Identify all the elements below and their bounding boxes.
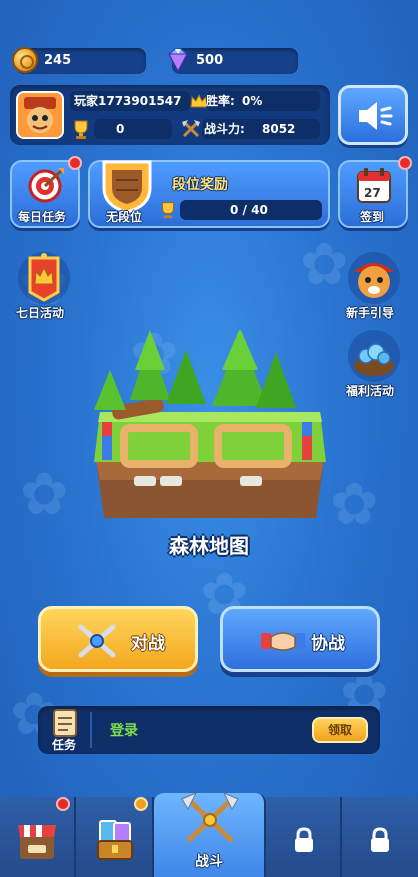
- daily-tasks-label: 每日任务: [18, 210, 67, 224]
- win-rate-label: 胜率:: [206, 94, 235, 108]
- checkin-notification-badge: [398, 156, 412, 170]
- rank-shield-icon: [102, 160, 152, 214]
- seven-day-event-label: 七日活动: [16, 306, 65, 320]
- trophy-count: 0: [116, 122, 125, 136]
- daily-tasks-button[interactable]: 每日任务: [10, 160, 80, 228]
- task-bar[interactable]: 任务 登录 领取: [38, 706, 380, 754]
- coin-icon: [12, 47, 38, 73]
- battle-label: 对战: [131, 634, 165, 654]
- lock-icon: [295, 827, 313, 852]
- task-scroll-icon: [53, 709, 77, 737]
- win-rate-value: 0%: [242, 94, 263, 108]
- newbie-guide-button[interactable]: [346, 250, 402, 306]
- nav-tab-locked-2[interactable]: [342, 797, 418, 877]
- profile-card[interactable]: 玩家1773901547 胜率: 0% 0 战斗力: 8052: [10, 85, 330, 145]
- bottom-nav: 战斗: [0, 793, 418, 877]
- nav-tab-battle[interactable]: 战斗: [154, 793, 266, 877]
- trophy-icon: [74, 120, 88, 139]
- banner-crown-icon: [18, 252, 70, 304]
- coin-amount: 245: [44, 53, 72, 68]
- newbie-guide-label: 新手引导: [346, 306, 395, 320]
- diamond-icon: [168, 48, 188, 73]
- coop-label: 协战: [311, 634, 345, 654]
- rank-rewards-title: 段位奖励: [172, 177, 228, 193]
- rank-progress-text: 0 / 40: [230, 203, 268, 217]
- seven-day-event-button[interactable]: [16, 250, 72, 306]
- checkin-button[interactable]: 27 签到: [338, 160, 408, 228]
- nav-tab-battle-label: 战斗: [195, 854, 223, 870]
- card-chest-icon: [97, 820, 133, 860]
- welfare-event-label: 福利活动: [346, 384, 395, 398]
- crossed-swords-icon: [78, 624, 116, 658]
- forest-map-preview[interactable]: [90, 328, 330, 530]
- forest-island-image: [94, 328, 326, 518]
- treasure-gems-icon: [348, 330, 400, 382]
- power-value: 8052: [262, 122, 296, 136]
- crossed-axes-icon: [181, 793, 239, 843]
- calendar-day: 27: [364, 186, 381, 200]
- avatar[interactable]: [16, 91, 64, 139]
- shop-notification-badge: [56, 797, 70, 811]
- handshake-icon: [261, 632, 305, 651]
- cards-notification-badge: [134, 797, 148, 811]
- map-name: 森林地图: [169, 534, 249, 558]
- battle-button[interactable]: 对战: [38, 606, 198, 672]
- rank-name: 无段位: [106, 210, 143, 224]
- welfare-event-button[interactable]: [346, 328, 402, 384]
- trophy-field: [94, 119, 172, 139]
- speaker-icon: [359, 102, 393, 130]
- fox-character-icon: [348, 252, 400, 304]
- daily-tasks-notification-badge: [68, 156, 82, 170]
- sound-button[interactable]: [338, 85, 408, 145]
- task-icon-label: 任务: [52, 738, 77, 752]
- task-divider: [90, 712, 92, 748]
- power-label: 战斗力:: [204, 122, 245, 136]
- coop-button[interactable]: 协战: [220, 606, 380, 672]
- player-name: 玩家1773901547: [74, 94, 182, 108]
- checkin-label: 签到: [360, 210, 385, 224]
- lock-icon: [371, 827, 389, 852]
- crossed-axes-icon: [182, 120, 200, 138]
- nav-tab-locked-1[interactable]: [266, 797, 342, 877]
- task-text: 登录: [110, 723, 138, 739]
- target-icon: [28, 168, 64, 203]
- trophy-icon: [162, 202, 174, 219]
- gem-amount: 500: [196, 53, 224, 68]
- claim-button[interactable]: 领取: [312, 717, 368, 743]
- shop-stall-icon: [18, 825, 56, 859]
- rank-rewards-panel[interactable]: 无段位 段位奖励 0 / 40: [88, 160, 330, 228]
